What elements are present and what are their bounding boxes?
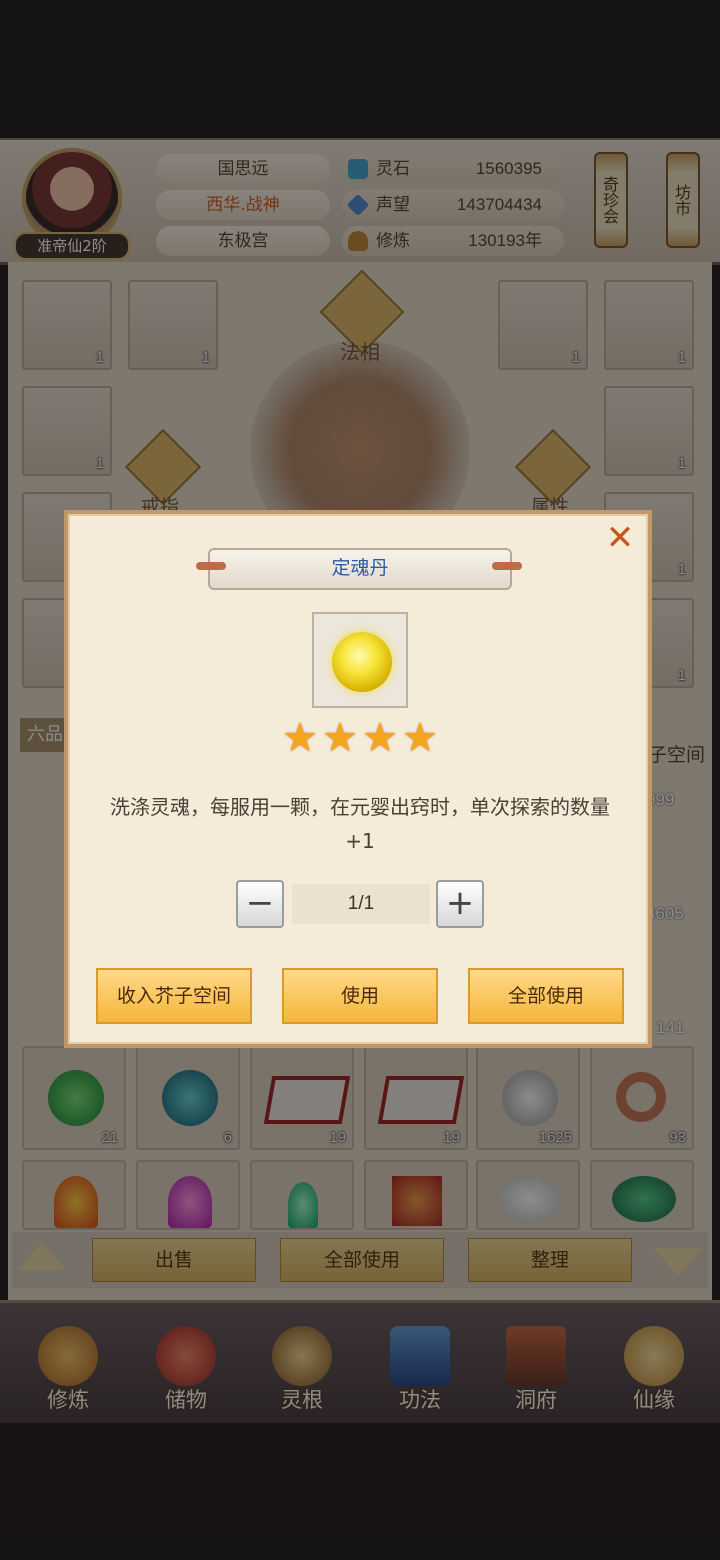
decrease-button[interactable]: −	[236, 880, 284, 928]
banner-right-ornament	[492, 562, 522, 570]
use-button[interactable]: 使用	[282, 968, 438, 1024]
star-icon: ★	[322, 715, 358, 761]
use-all-dialog-button[interactable]: 全部使用	[468, 968, 624, 1024]
star-icon: ★	[362, 715, 398, 761]
close-button[interactable]: ✕	[604, 521, 636, 555]
store-to-space-button[interactable]: 收入芥子空间	[96, 968, 252, 1024]
item-icon-frame	[312, 612, 408, 708]
dialog-title: 定魂丹	[208, 548, 512, 590]
star-icon: ★	[282, 715, 318, 761]
banner-left-ornament	[196, 562, 226, 570]
star-icon: ★	[402, 715, 438, 761]
item-description: 洗涤灵魂，每服用一颗，在元婴出窍时，单次探索的数量+1	[110, 795, 610, 853]
soul-pill-icon	[332, 632, 392, 692]
increase-button[interactable]: +	[436, 880, 484, 928]
quantity-display: 1/1	[292, 884, 430, 924]
